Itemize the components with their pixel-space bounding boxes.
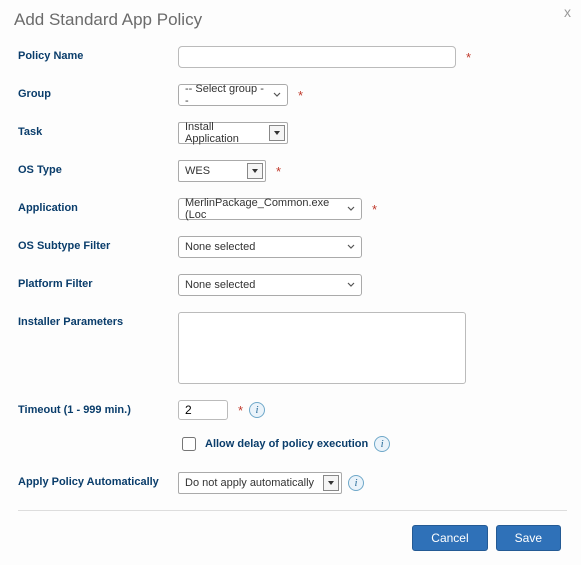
timeout-input[interactable] [178,400,228,420]
os-type-select[interactable]: WES [178,160,266,182]
chevron-down-icon [269,125,285,141]
label-group: Group [18,84,178,100]
chevron-down-icon [345,278,357,292]
dialog-title: Add Standard App Policy [14,10,567,30]
os-type-select-value: WES [185,165,210,177]
close-icon[interactable]: x [564,4,571,20]
info-icon[interactable]: i [249,402,265,418]
required-marker: * [372,202,377,217]
platform-filter-value: None selected [185,279,255,291]
os-subtype-filter-value: None selected [185,241,255,253]
application-select[interactable]: MerlinPackage_Common.exe (Loc [178,198,362,220]
chevron-down-icon [271,88,283,102]
chevron-down-icon [345,202,357,216]
allow-delay-checkbox[interactable] [182,437,196,451]
required-marker: * [238,403,243,418]
policy-name-input[interactable] [178,46,456,68]
label-policy-name: Policy Name [18,46,178,62]
save-button[interactable]: Save [496,525,561,551]
info-icon[interactable]: i [348,475,364,491]
label-installer-parameters: Installer Parameters [18,312,178,328]
application-select-value: MerlinPackage_Common.exe (Loc [185,197,341,221]
label-allow-delay: Allow delay of policy execution [205,438,368,450]
os-subtype-filter-select[interactable]: None selected [178,236,362,258]
group-select-value: -- Select group -- [185,83,267,107]
label-timeout: Timeout (1 - 999 min.) [18,400,178,416]
group-select[interactable]: -- Select group -- [178,84,288,106]
label-os-subtype-filter: OS Subtype Filter [18,236,178,252]
required-marker: * [298,88,303,103]
task-select-value: Install Application [185,121,267,145]
info-icon[interactable]: i [374,436,390,452]
label-application: Application [18,198,178,214]
chevron-down-icon [345,240,357,254]
label-os-type: OS Type [18,160,178,176]
task-select[interactable]: Install Application [178,122,288,144]
platform-filter-select[interactable]: None selected [178,274,362,296]
chevron-down-icon [323,475,339,491]
label-task: Task [18,122,178,138]
cancel-button[interactable]: Cancel [412,525,487,551]
apply-auto-select[interactable]: Do not apply automatically [178,472,342,494]
label-apply-auto: Apply Policy Automatically [18,472,178,488]
divider [18,510,567,511]
required-marker: * [466,50,471,65]
apply-auto-value: Do not apply automatically [185,477,314,489]
required-marker: * [276,164,281,179]
installer-parameters-input[interactable] [178,312,466,384]
chevron-down-icon [247,163,263,179]
label-platform-filter: Platform Filter [18,274,178,290]
